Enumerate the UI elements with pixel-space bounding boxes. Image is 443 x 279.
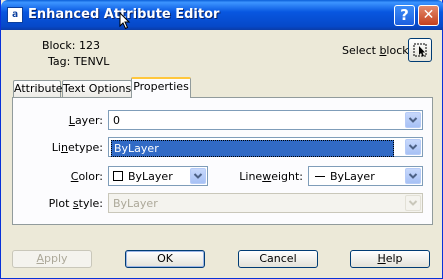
title-bar[interactable]: a Enhanced Attribute Editor ? ✕ xyxy=(1,0,443,30)
close-button[interactable]: ✕ xyxy=(418,5,439,26)
linetype-label: Linetype: xyxy=(51,141,103,154)
color-swatch xyxy=(113,171,123,181)
plot-style-label: Plot style: xyxy=(48,197,103,210)
tab-attribute[interactable]: Attribute xyxy=(13,80,63,97)
mouse-cursor-icon xyxy=(119,12,131,30)
chevron-down-icon xyxy=(405,195,421,211)
chevron-down-icon[interactable] xyxy=(190,168,206,184)
layer-value: 0 xyxy=(113,114,120,127)
app-icon: a xyxy=(7,7,23,23)
cancel-button[interactable]: Cancel xyxy=(238,250,318,268)
linetype-value: ByLayer xyxy=(111,140,394,157)
apply-button: Apply xyxy=(12,250,92,268)
select-block-icon xyxy=(413,43,427,57)
select-block-label: Select block xyxy=(342,44,409,57)
lineweight-line-icon xyxy=(315,176,325,177)
lineweight-value: ByLayer xyxy=(330,170,375,183)
layer-label: Layer: xyxy=(68,114,103,127)
chevron-down-icon[interactable] xyxy=(405,168,421,184)
lineweight-label: Lineweight: xyxy=(239,170,303,183)
block-name: Block: 123 xyxy=(42,39,100,52)
tag-name: Tag: TENVL xyxy=(48,55,110,68)
layer-select[interactable]: 0 xyxy=(108,110,423,130)
tab-properties[interactable]: Properties xyxy=(131,77,191,98)
color-select[interactable]: ByLayer xyxy=(108,166,208,186)
ok-button[interactable]: OK xyxy=(125,250,205,268)
chevron-down-icon[interactable] xyxy=(405,139,421,155)
plot-style-value: ByLayer xyxy=(113,197,158,210)
help-button[interactable]: Help xyxy=(350,250,430,268)
tab-text-options[interactable]: Text Options xyxy=(62,80,132,97)
lineweight-select[interactable]: ByLayer xyxy=(308,166,423,186)
chevron-down-icon[interactable] xyxy=(405,112,421,128)
help-title-button[interactable]: ? xyxy=(394,5,415,26)
color-value: ByLayer xyxy=(128,170,173,183)
select-block-button[interactable] xyxy=(408,38,432,62)
linetype-select[interactable]: ByLayer xyxy=(108,137,423,157)
dialog-window: a Enhanced Attribute Editor ? ✕ Block: 1… xyxy=(0,0,443,279)
color-label: Color: xyxy=(70,170,103,183)
plot-style-select: ByLayer xyxy=(108,193,423,213)
